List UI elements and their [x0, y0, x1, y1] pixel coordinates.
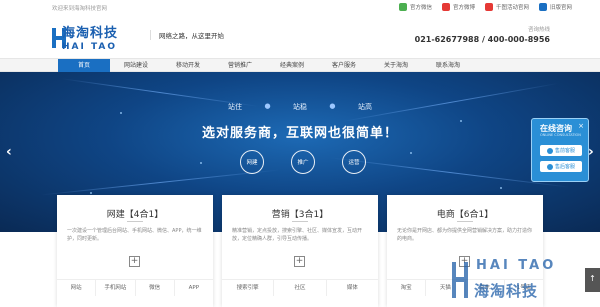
card-title: 网建【4合1】 — [57, 207, 213, 222]
watermark-cn: 海淘科技 — [474, 282, 539, 300]
banner-headline: 选对服务商，互联网也很简单！ — [201, 126, 398, 141]
tagline-separator-icon: ● — [329, 102, 336, 110]
watermark-h-icon — [452, 262, 468, 298]
consult-button-label: 售前客服 — [554, 148, 575, 154]
weibo-icon — [441, 3, 450, 11]
close-icon[interactable]: × — [578, 122, 584, 130]
aftersale-button[interactable]: 售后客服 — [540, 161, 582, 172]
card-tag[interactable]: 媒体 — [327, 280, 378, 296]
logo-en: HAI TAO — [62, 42, 118, 52]
hotline-label: 咨询热线 — [527, 27, 550, 33]
top-links: 官方微信 官方微博 千图活动官网 旧版官网 — [398, 3, 572, 11]
activity-icon — [484, 3, 493, 11]
presale-button[interactable]: 售前客服 — [540, 145, 582, 156]
top-link-activity[interactable]: 千图活动官网 — [484, 3, 529, 11]
plus-icon[interactable]: + — [294, 256, 305, 267]
nav-item-about[interactable]: 关于海淘 — [370, 59, 422, 73]
nav-item-contact[interactable]: 联系海淘 — [422, 59, 474, 73]
circle-build[interactable]: 网建 — [240, 150, 264, 174]
service-card-marketing[interactable]: 营销【3合1】 精准营销，定点投放，搜索引擎、社区、媒体宣发，互动开放，定位精确… — [222, 195, 378, 307]
top-link-wechat[interactable]: 官方微信 — [398, 3, 432, 11]
nav-item-marketing[interactable]: 营销推广 — [214, 59, 266, 73]
card-desc: 无论你是开网店、都为你提供全网营销解决方案，助力打造你的电商。 — [397, 228, 533, 242]
card-title: 营销【3合1】 — [222, 207, 378, 222]
hotline-number: 021-62677988 / 400-000-8956 — [414, 35, 550, 44]
old-site-icon — [538, 3, 547, 11]
service-card-web[interactable]: 网建【4合1】 一次建设一个管理后台网站、手机网站、微信、APP，统一维护，同时… — [57, 195, 213, 307]
watermark-en: HAI TAO — [476, 258, 557, 273]
back-to-top-button[interactable]: ↑ — [585, 268, 600, 292]
consult-subtitle: ONLINE CONSULTATION — [540, 133, 581, 137]
tagline-item: 站高 — [357, 103, 372, 111]
top-link-weibo[interactable]: 官方微博 — [441, 3, 475, 11]
nav-item-web-build[interactable]: 网站建设 — [110, 59, 162, 73]
qq-icon — [546, 147, 553, 154]
qq-icon — [546, 163, 553, 170]
top-link-label: 官方微博 — [452, 5, 475, 11]
card-tags: 网站 手机网站 微信 APP — [57, 279, 213, 296]
card-tag[interactable]: 微信 — [136, 280, 175, 296]
online-consult-widget: 在线咨询 ONLINE CONSULTATION × 售前客服 售后客服 — [531, 118, 589, 182]
top-link-label: 官方微信 — [409, 5, 432, 11]
top-bar: 欢迎来到海淘科技官网 官方微信 官方微博 千图活动官网 旧版官网 — [0, 0, 600, 16]
card-tag[interactable]: 网站 — [57, 280, 97, 296]
logo-text[interactable]: 海淘科技 HAI TAO — [62, 22, 118, 52]
top-link-label: 千图活动官网 — [495, 5, 529, 11]
nav-item-cases[interactable]: 经典案例 — [266, 59, 318, 73]
card-tag[interactable]: 手机网站 — [96, 280, 136, 296]
hotline: 咨询热线 021-62677988 / 400-000-8956 — [415, 25, 550, 44]
tagline-item: 站住 — [228, 103, 242, 111]
card-desc: 一次建设一个管理后台网站、手机网站、微信、APP，统一维护，同时更新。 — [67, 228, 202, 242]
logo-cn: 海淘科技 — [62, 26, 119, 41]
slogan: 网络之路，从这里开始 — [150, 30, 224, 40]
card-tag[interactable]: 淘宝 — [387, 280, 427, 296]
card-tag[interactable]: 搜索引擎 — [222, 280, 275, 296]
circle-operate[interactable]: 运营 — [342, 150, 366, 174]
plus-icon[interactable]: + — [129, 256, 140, 267]
card-desc: 精准营销，定点投放，搜索引擎、社区、媒体宣发，互动开放，定位精确人群，引导互动传… — [232, 228, 363, 242]
banner-tagline: 站住 ● 站稳 ● 站高 — [228, 102, 372, 112]
prev-arrow-icon[interactable]: ‹ — [6, 144, 12, 160]
nav-item-mobile[interactable]: 移动开发 — [162, 59, 214, 73]
card-tag[interactable]: APP — [175, 280, 213, 296]
nav-item-service[interactable]: 客户服务 — [318, 59, 370, 73]
top-link-label: 旧版官网 — [549, 5, 572, 11]
top-link-old-site[interactable]: 旧版官网 — [538, 3, 572, 11]
card-tag[interactable]: 社区 — [274, 280, 327, 296]
site-header: 海淘科技 HAI TAO 网络之路，从这里开始 咨询热线 021-6267798… — [0, 16, 600, 60]
tagline-separator-icon: ● — [264, 102, 271, 110]
watermark-logo: HAI TAO 海淘科技 — [452, 258, 570, 304]
main-nav: 首页 网站建设 移动开发 营销推广 经典案例 客户服务 关于海淘 联系海淘 — [0, 58, 600, 73]
circle-promote[interactable]: 推广 — [291, 150, 315, 174]
card-tags: 搜索引擎 社区 媒体 — [222, 279, 378, 296]
wechat-icon — [398, 3, 407, 11]
banner-circles: 网建 推广 运营 — [240, 150, 366, 174]
tagline-item: 站稳 — [292, 103, 307, 111]
welcome-text: 欢迎来到海淘科技官网 — [52, 6, 108, 12]
card-title: 电商【6合1】 — [387, 207, 543, 222]
consult-button-label: 售后客服 — [554, 164, 575, 170]
nav-item-home[interactable]: 首页 — [58, 59, 110, 73]
